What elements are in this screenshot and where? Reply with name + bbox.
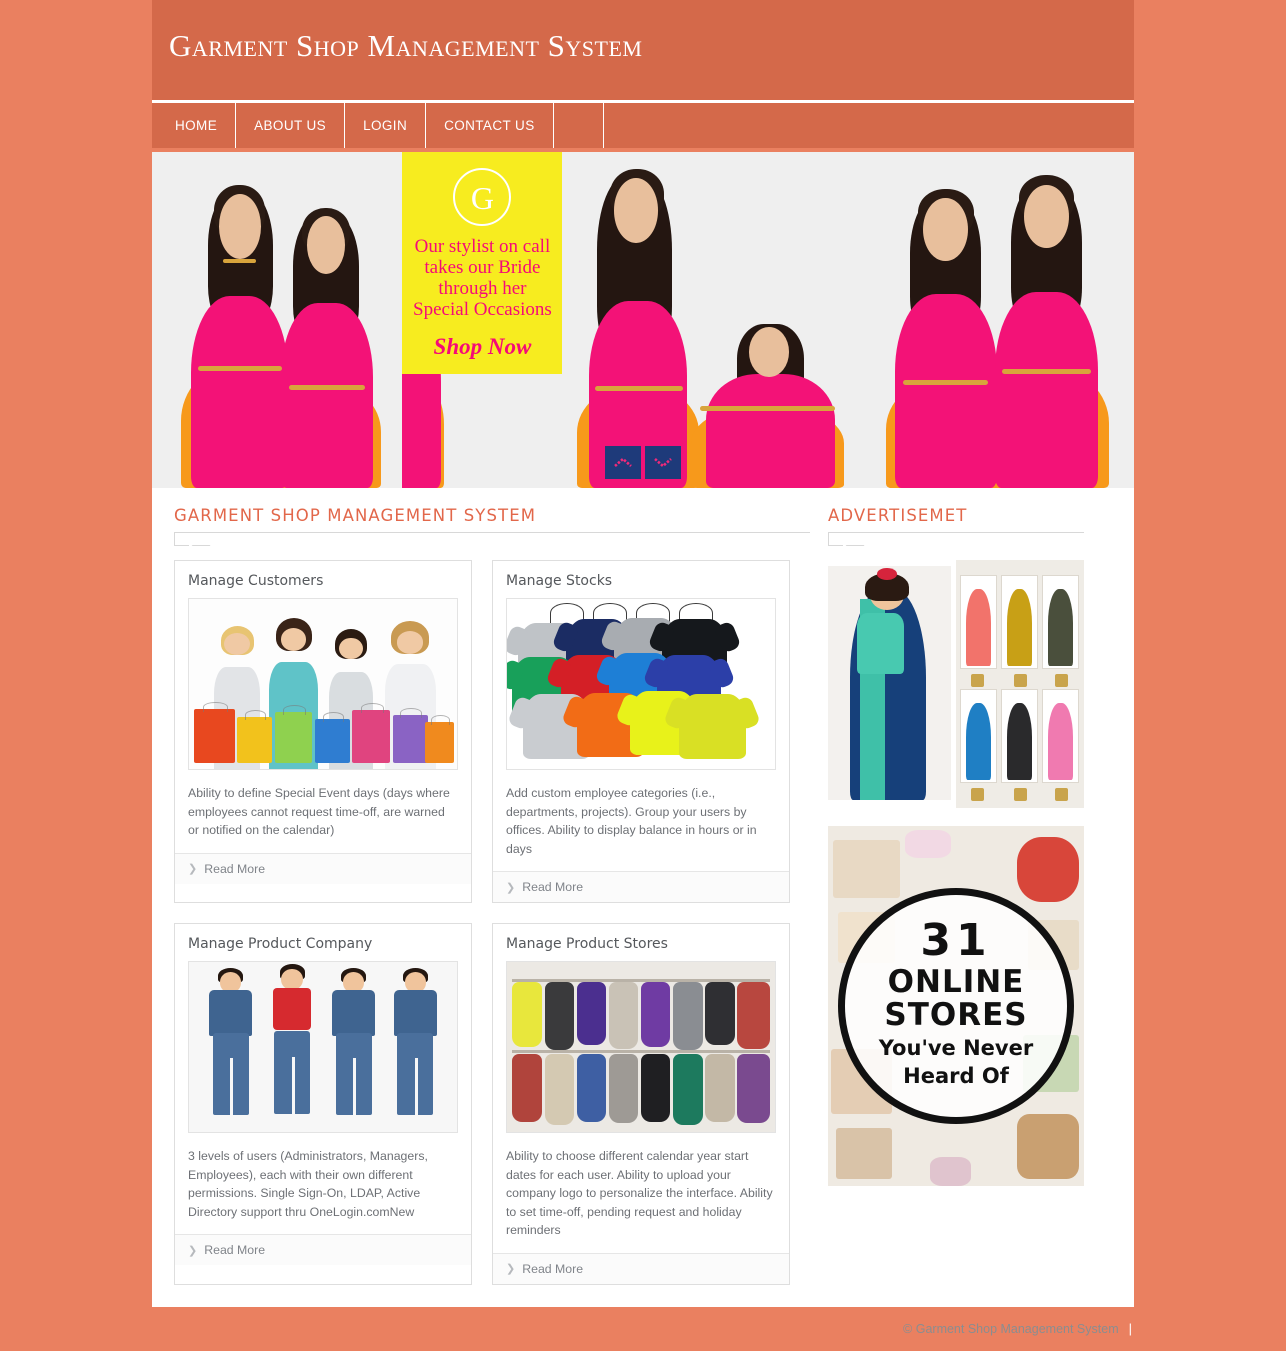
chevron-right-icon: ❯ — [506, 881, 516, 894]
card-title: Manage Stocks — [506, 573, 613, 589]
nav-item-login[interactable]: LOGIN — [345, 103, 427, 148]
nav-item-about-us[interactable]: ABOUT US — [236, 103, 346, 148]
promo-panel[interactable]: G Our stylist on call takes our Bride th… — [402, 152, 563, 374]
promo-line-1: Our stylist on call — [414, 236, 551, 257]
site-title: Garment Shop Management System — [169, 28, 643, 63]
main-navigation: HOME ABOUT US LOGIN CONTACT US — [152, 100, 1134, 148]
banner-model-2 — [273, 199, 382, 488]
banner-model-5 — [691, 324, 845, 488]
chevron-up-icon — [614, 457, 632, 467]
card-title: Manage Product Company — [188, 936, 373, 952]
banner-model-7 — [984, 172, 1109, 488]
card-description: 3 levels of users (Administrators, Manag… — [188, 1149, 428, 1219]
read-more-label: Read More — [204, 1243, 266, 1257]
banner-model-6 — [885, 186, 1006, 488]
feature-card[interactable]: Manage Product Stores Ability to choose … — [492, 923, 790, 1285]
ad-online-stores[interactable]: 31 ONLINE STORES You've Never Heard Of — [828, 826, 1084, 1186]
read-more-link[interactable]: ❯ Read More — [175, 852, 471, 884]
card-image-clothing-racks — [506, 961, 776, 1133]
page-container: Garment Shop Management System HOME ABOU… — [152, 0, 1134, 1351]
read-more-link[interactable]: ❯ Read More — [493, 871, 789, 902]
read-more-link[interactable]: ❯ Read More — [175, 1234, 471, 1265]
promo-line-2: takes our Bride — [424, 257, 541, 278]
main-content: GARMENT SHOP MANAGEMENT SYSTEM Manage Cu… — [152, 488, 1134, 1307]
site-footer: © Garment Shop Management System | — [152, 1307, 1134, 1351]
ad-stores-line-1: ONLINE — [887, 964, 1025, 1000]
nav-item-home[interactable]: HOME — [152, 103, 237, 148]
slider-controls — [605, 446, 681, 479]
sidebar-divider — [828, 532, 1084, 546]
feature-card-grid: Manage Customers Ability to define Speci… — [174, 560, 810, 1285]
card-image-shopping-women — [188, 598, 458, 770]
promo-logo-icon: G — [453, 168, 512, 226]
ad-stores-line-3: You've Never — [878, 1036, 1034, 1060]
promo-line-4: Special Occasions — [413, 299, 552, 320]
ad-stores-circle: 31 ONLINE STORES You've Never Heard Of — [838, 888, 1074, 1124]
card-image-colored-tshirts — [506, 598, 776, 770]
nav-list: HOME ABOUT US LOGIN CONTACT US — [152, 103, 604, 148]
ad-saree-catalog[interactable] — [828, 560, 1084, 808]
banner-slide-3 — [562, 152, 869, 488]
card-title: Manage Product Stores — [506, 936, 668, 952]
banner-slide-4 — [868, 152, 1134, 488]
feature-card[interactable]: Manage Stocks Add custom employee catego… — [492, 560, 790, 903]
section-divider — [174, 532, 810, 546]
ad-stores-line-2: STORES — [884, 997, 1028, 1033]
sidebar-heading: ADVERTISEMET — [828, 506, 968, 525]
card-description: Ability to define Special Event days (da… — [188, 786, 450, 837]
banner-slide-2: G Our stylist on call takes our Bride th… — [402, 152, 563, 488]
ad-saree-model — [828, 566, 951, 800]
chevron-right-icon: ❯ — [188, 1244, 198, 1257]
copyright-text: © Garment Shop Management System — [903, 1321, 1119, 1336]
feature-card[interactable]: Manage Product Company 3 levels of users… — [174, 923, 472, 1285]
chevron-right-icon: ❯ — [188, 863, 198, 875]
slider-prev-button[interactable] — [605, 446, 641, 479]
hero-banner: G Our stylist on call takes our Bride th… — [152, 152, 1134, 488]
card-description: Ability to choose different calendar yea… — [506, 1149, 773, 1237]
ad-stores-number: 31 — [920, 915, 992, 966]
chevron-down-icon — [654, 458, 672, 468]
promo-line-3: through her — [438, 278, 527, 299]
site-header: Garment Shop Management System — [152, 0, 1134, 100]
read-more-link[interactable]: ❯ Read More — [493, 1252, 789, 1284]
card-title: Manage Customers — [188, 573, 324, 589]
read-more-label: Read More — [522, 880, 584, 894]
advertisement-sidebar: ADVERTISEMET 31 ONLINE STORES You've Nev… — [828, 506, 1084, 1285]
ad-stores-line-4: Heard Of — [903, 1064, 1009, 1088]
ad-saree-grid — [956, 560, 1084, 808]
feature-card[interactable]: Manage Customers Ability to define Speci… — [174, 560, 472, 903]
read-more-label: Read More — [204, 861, 266, 876]
footer-separator: | — [1128, 1321, 1132, 1336]
shop-now-button[interactable]: Shop Now — [402, 334, 562, 360]
nav-spacer — [554, 103, 604, 148]
banner-slide-1 — [152, 152, 403, 488]
section-heading: GARMENT SHOP MANAGEMENT SYSTEM — [174, 506, 537, 525]
card-description: Add custom employee categories (i.e., de… — [506, 786, 757, 856]
banner-slides: G Our stylist on call takes our Bride th… — [152, 152, 1134, 488]
nav-item-contact-us[interactable]: CONTACT US — [426, 103, 554, 148]
slider-next-button[interactable] — [645, 446, 681, 479]
content-column: GARMENT SHOP MANAGEMENT SYSTEM Manage Cu… — [174, 506, 810, 1285]
banner-model-4 — [576, 165, 700, 488]
card-image-kids-denim — [188, 961, 458, 1133]
